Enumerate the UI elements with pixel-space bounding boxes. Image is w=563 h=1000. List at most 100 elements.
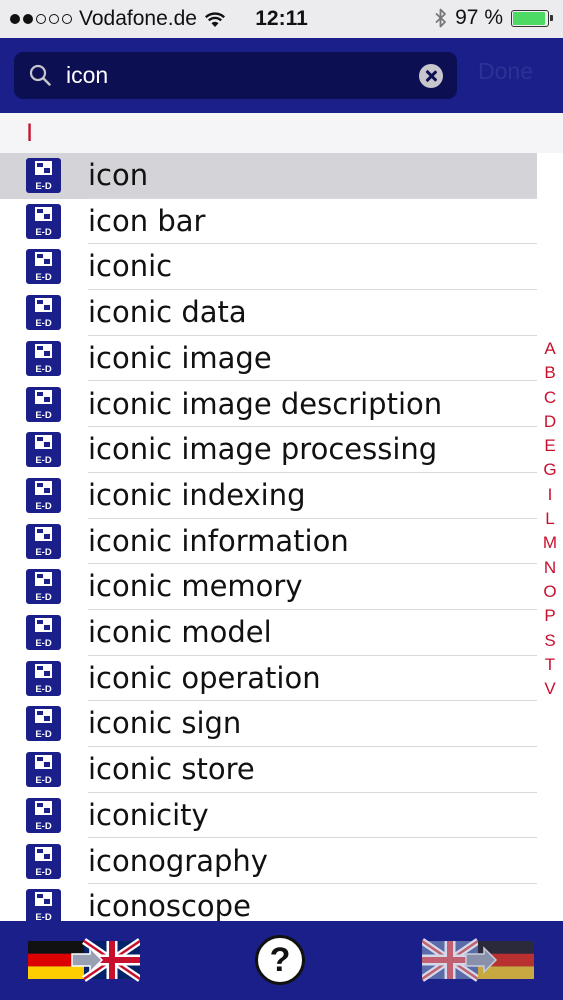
status-bar: Vodafone.de 12:11 97 % [0,0,563,38]
result-word: iconoscope [88,889,251,921]
result-word: icon bar [88,203,206,238]
battery-nub [550,14,553,21]
entry-icon-label: E-D [35,364,52,375]
result-word: iconic indexing [88,477,306,512]
index-letter[interactable]: A [544,337,555,361]
index-letter[interactable]: M [543,531,557,555]
index-letter[interactable]: V [544,677,555,701]
index-letter[interactable]: G [543,458,556,482]
result-row[interactable]: E-D icon bar [0,199,537,245]
done-button[interactable]: Done [478,58,533,85]
result-word: iconic image processing [88,432,438,467]
result-row[interactable]: E-D iconography [0,839,537,885]
status-right: 97 % [435,6,553,30]
dictionary-entry-icon: E-D [26,295,61,331]
result-row[interactable]: E-D iconic operation [0,656,537,702]
result-word: iconic information [88,523,349,558]
result-row[interactable]: E-D iconic image processing [0,427,537,473]
entry-icon-label: E-D [35,638,52,649]
battery-fill [513,11,545,25]
entry-icon-label: E-D [35,547,52,558]
result-row[interactable]: E-D iconic memory [0,564,537,610]
index-letter[interactable]: D [544,410,556,434]
index-letter[interactable]: E [544,434,555,458]
result-row[interactable]: E-D iconic model [0,610,537,656]
result-word: iconic sign [88,706,242,741]
result-word: iconography [88,843,268,878]
result-row[interactable]: E-D iconicity [0,793,537,839]
dictionary-entry-icon: E-D [26,706,61,742]
dictionary-entry-icon: E-D [26,386,61,422]
battery-icon [511,9,553,27]
dictionary-entry-icon: E-D [26,158,61,193]
dictionary-entry-icon: E-D [26,340,61,376]
index-letter[interactable]: P [544,604,555,628]
entry-icon-label: E-D [35,455,52,466]
result-row[interactable]: E-D iconic indexing [0,473,537,519]
entry-icon-label: E-D [35,912,52,921]
index-letter[interactable]: L [545,507,554,531]
dictionary-entry-icon: E-D [26,660,61,696]
result-row[interactable]: E-D icon [0,153,537,199]
search-field[interactable] [14,52,457,99]
result-word: iconicity [88,797,209,832]
section-header: I [0,113,563,153]
entry-icon-label: E-D [35,592,52,603]
result-word: icon [88,158,149,192]
result-list[interactable]: I E-D icon E-D icon bar E-D iconic E-D iconic d… [0,113,563,921]
result-row[interactable]: E-D iconic image description [0,382,537,428]
result-word: iconic [88,249,173,284]
index-letter[interactable]: B [544,361,555,385]
result-row[interactable]: E-D iconic [0,244,537,291]
result-row[interactable]: E-D iconic sign [0,701,537,748]
entry-icon-label: E-D [35,410,52,421]
index-letter[interactable]: O [543,580,556,604]
section-letter: I [26,119,34,147]
english-to-german-button[interactable] [422,938,534,982]
entry-icon-label: E-D [35,501,52,512]
bluetooth-icon [435,8,447,28]
result-word: iconic store [88,752,255,787]
result-row[interactable]: E-D iconoscope [0,884,537,921]
german-to-english-button[interactable] [28,938,140,982]
entry-icon-label: E-D [35,181,52,192]
result-word: iconic data [88,295,247,330]
result-row[interactable]: E-D iconic image [0,336,537,382]
result-word: iconic image [88,340,272,375]
dictionary-entry-icon: E-D [26,432,61,468]
dictionary-entry-icon: E-D [26,889,61,921]
index-letter[interactable]: N [544,556,556,580]
dictionary-entry-icon: E-D [26,523,61,559]
entry-icon-label: E-D [35,318,52,329]
alphabet-index[interactable]: ABCDEGILMNOPSTV [537,337,563,701]
result-row[interactable]: E-D iconic data [0,290,537,336]
entry-icon-label: E-D [35,729,52,740]
entry-icon-label: E-D [35,775,52,786]
dictionary-entry-icon: E-D [26,249,61,285]
result-word: iconic model [88,615,272,649]
dictionary-entry-icon: E-D [26,615,61,650]
bottom-toolbar: ? [0,921,563,1000]
entry-icon-label: E-D [35,227,52,238]
battery-percent: 97 % [455,6,503,29]
index-letter[interactable]: S [544,629,555,653]
index-letter[interactable]: C [544,386,556,410]
search-icon [29,64,51,86]
entry-icon-label: E-D [35,684,52,695]
search-input[interactable] [66,58,406,92]
help-button[interactable]: ? [255,935,305,985]
clear-search-icon[interactable] [419,64,443,88]
entry-icon-label: E-D [35,821,52,832]
entry-icon-label: E-D [35,867,52,878]
result-row[interactable]: E-D iconic store [0,747,537,793]
result-row[interactable]: E-D iconic information [0,519,537,565]
dictionary-entry-icon: E-D [26,477,61,513]
index-letter[interactable]: I [548,483,553,507]
dictionary-entry-icon: E-D [26,569,61,605]
dictionary-entry-icon: E-D [26,203,61,239]
dictionary-entry-icon: E-D [26,843,61,879]
dictionary-entry-icon: E-D [26,797,61,833]
result-word: iconic image description [88,386,443,421]
index-letter[interactable]: T [545,653,555,677]
search-header: Done [0,38,563,113]
